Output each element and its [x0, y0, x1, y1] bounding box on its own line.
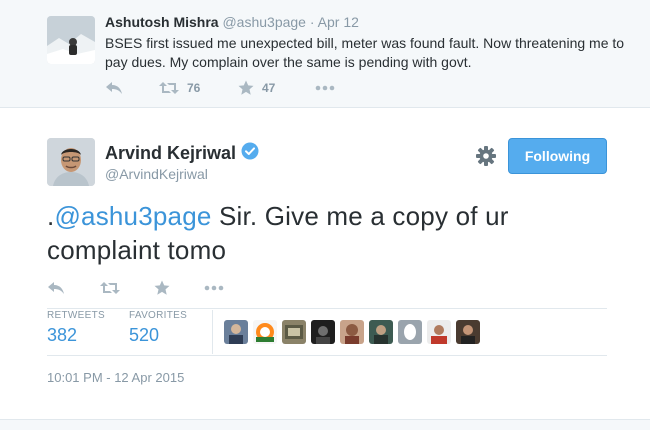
parent-tweet-text: BSES first issued me unexpected bill, me…: [105, 35, 625, 70]
parent-tweet-header: Ashutosh Mishra @ashu3page · Apr 12: [105, 14, 359, 30]
stats-vertical-divider: [212, 310, 213, 354]
favoriter-avatar[interactable]: [224, 320, 248, 344]
favoriter-avatar[interactable]: [369, 320, 393, 344]
reply-button[interactable]: [47, 278, 65, 298]
favoriter-avatar[interactable]: [456, 320, 480, 344]
retweet-icon: [159, 81, 179, 95]
tweet-timestamp[interactable]: 10:01 PM - 12 Apr 2015: [47, 370, 184, 385]
favoriter-avatar[interactable]: [427, 320, 451, 344]
author-name-text[interactable]: Arvind Kejriwal: [105, 143, 236, 164]
more-icon: [204, 285, 224, 291]
retweets-count[interactable]: 382: [47, 325, 105, 346]
following-button[interactable]: Following: [508, 138, 607, 174]
parent-avatar[interactable]: [47, 16, 95, 64]
parent-tweet-date[interactable]: Apr 12: [318, 14, 359, 30]
parent-more-button[interactable]: [315, 78, 335, 98]
gear-icon: [475, 146, 497, 171]
favoriter-avatar[interactable]: [398, 320, 422, 344]
favoriter-avatar[interactable]: [340, 320, 364, 344]
favorite-button[interactable]: [154, 278, 170, 298]
bottom-strip: [0, 420, 650, 430]
verified-badge-icon: [241, 142, 259, 165]
retweets-label: RETWEETS: [47, 310, 105, 321]
favorites-label: FAVORITES: [129, 310, 188, 321]
stats-divider-top: [47, 308, 607, 309]
favoriter-avatar[interactable]: [253, 320, 277, 344]
favorites-count[interactable]: 520: [129, 325, 187, 346]
parent-retweet-count: 76: [187, 81, 201, 95]
parent-favorite-count: 47: [262, 81, 276, 95]
parent-author-handle[interactable]: @ashu3page: [222, 14, 306, 30]
reply-icon: [47, 281, 65, 295]
favorite-icon: [154, 280, 170, 296]
favorite-icon: [238, 80, 254, 96]
main-author-name[interactable]: Arvind Kejriwal: [105, 142, 259, 165]
main-avatar[interactable]: [47, 138, 95, 186]
more-icon: [315, 85, 335, 91]
user-actions-button[interactable]: [475, 145, 497, 167]
favoriter-avatar[interactable]: [282, 320, 306, 344]
separator-dot: ·: [305, 14, 318, 30]
favorites-stat[interactable]: FAVORITES 520: [129, 310, 187, 346]
parent-reply-button[interactable]: [105, 78, 123, 98]
main-author-handle[interactable]: @ArvindKejriwal: [105, 166, 208, 182]
mention-link[interactable]: @ashu3page: [54, 201, 211, 231]
parent-tweet[interactable]: Ashutosh Mishra @ashu3page · Apr 12 BSES…: [0, 0, 650, 108]
retweet-button[interactable]: [100, 278, 120, 298]
parent-author-name[interactable]: Ashutosh Mishra: [105, 14, 219, 30]
stats-divider-bottom: [47, 355, 607, 356]
more-button[interactable]: [204, 278, 224, 298]
parent-retweet-button[interactable]: 76: [159, 78, 200, 98]
retweet-icon: [100, 281, 120, 295]
main-tweet-text: .@ashu3page Sir. Give me a copy of ur co…: [47, 199, 617, 267]
parent-favorite-button[interactable]: 47: [238, 78, 275, 98]
favoriters-avatars: [224, 320, 485, 344]
reply-icon: [105, 81, 123, 95]
favoriter-avatar[interactable]: [311, 320, 335, 344]
retweets-stat[interactable]: RETWEETS 382: [47, 310, 105, 346]
